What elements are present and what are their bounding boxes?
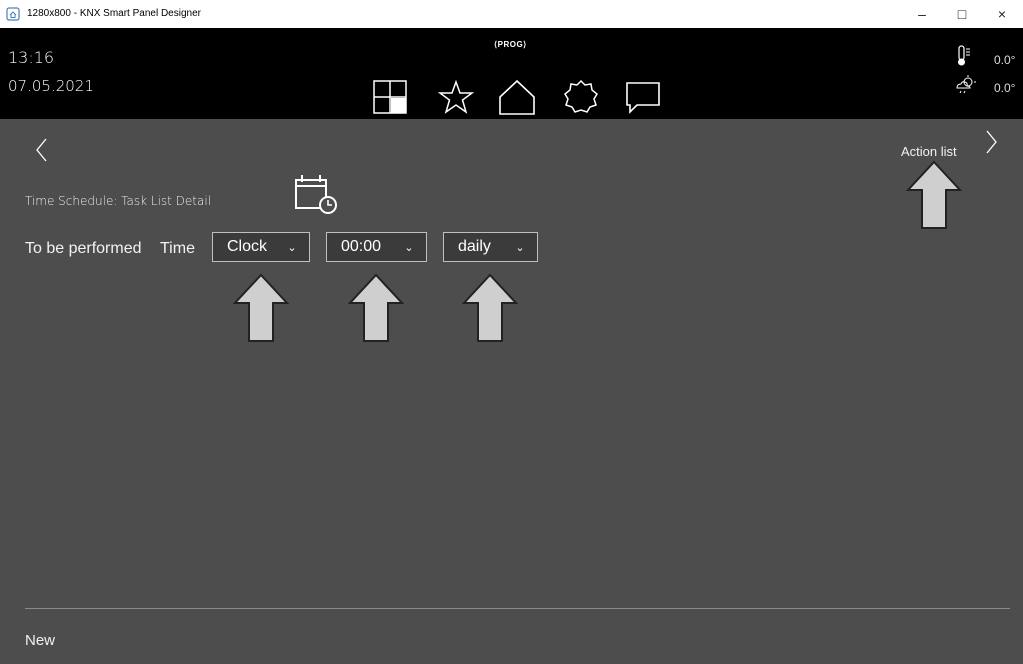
mode-dropdown-value: Clock <box>227 238 268 255</box>
rooms-icon[interactable] <box>370 77 410 117</box>
window-title: 1280x800 - KNX Smart Panel Designer <box>27 8 201 19</box>
annotation-arrow-icon <box>232 273 290 342</box>
chevron-down-icon: ⌄ <box>287 241 297 254</box>
panel-header: 13:16 07.05.2021 ⟨PROG⟩ 0.0° 0.0° <box>0 28 1023 119</box>
window-titlebar: 1280x800 - KNX Smart Panel Designer – □ … <box>0 0 1023 28</box>
page-title: Time Schedule: Task List Detail <box>25 194 212 208</box>
new-button[interactable]: New <box>25 632 55 649</box>
forward-arrow-icon[interactable] <box>985 129 999 155</box>
favorites-icon[interactable] <box>436 77 476 117</box>
close-button[interactable]: × <box>982 0 1022 28</box>
mode-dropdown[interactable]: Clock ⌄ <box>212 232 310 262</box>
repeat-dropdown-value: daily <box>458 238 491 255</box>
divider <box>25 608 1010 609</box>
app-icon <box>6 7 20 21</box>
time-dropdown[interactable]: 00:00 ⌄ <box>326 232 427 262</box>
performed-label: To be performed <box>25 240 142 257</box>
action-list-link[interactable]: Action list <box>901 144 957 159</box>
annotation-arrow-icon <box>461 273 519 342</box>
chevron-down-icon: ⌄ <box>515 241 525 254</box>
main-content: Action list Time Schedule: Task List Det… <box>0 119 1023 664</box>
calendar-clock-icon <box>295 175 337 214</box>
clock-time: 13:16 <box>8 48 55 67</box>
repeat-dropdown[interactable]: daily ⌄ <box>443 232 538 262</box>
chevron-down-icon: ⌄ <box>404 241 414 254</box>
indoor-temperature: 0.0° <box>994 53 1016 67</box>
back-arrow-icon[interactable] <box>34 137 48 163</box>
annotation-arrow-icon <box>347 273 405 342</box>
maximize-button[interactable]: □ <box>942 0 982 28</box>
minimize-button[interactable]: – <box>902 0 942 28</box>
settings-icon[interactable] <box>561 77 601 117</box>
time-dropdown-value: 00:00 <box>341 238 382 255</box>
thermometer-icon <box>958 45 970 66</box>
weather-icon <box>956 75 976 94</box>
messages-icon[interactable] <box>623 77 663 117</box>
outdoor-temperature: 0.0° <box>994 81 1016 95</box>
home-icon[interactable] <box>497 77 537 117</box>
prog-indicator[interactable]: ⟨PROG⟩ <box>494 40 527 49</box>
time-label: Time <box>160 240 195 257</box>
annotation-arrow-icon <box>905 160 963 229</box>
clock-date: 07.05.2021 <box>8 77 94 95</box>
